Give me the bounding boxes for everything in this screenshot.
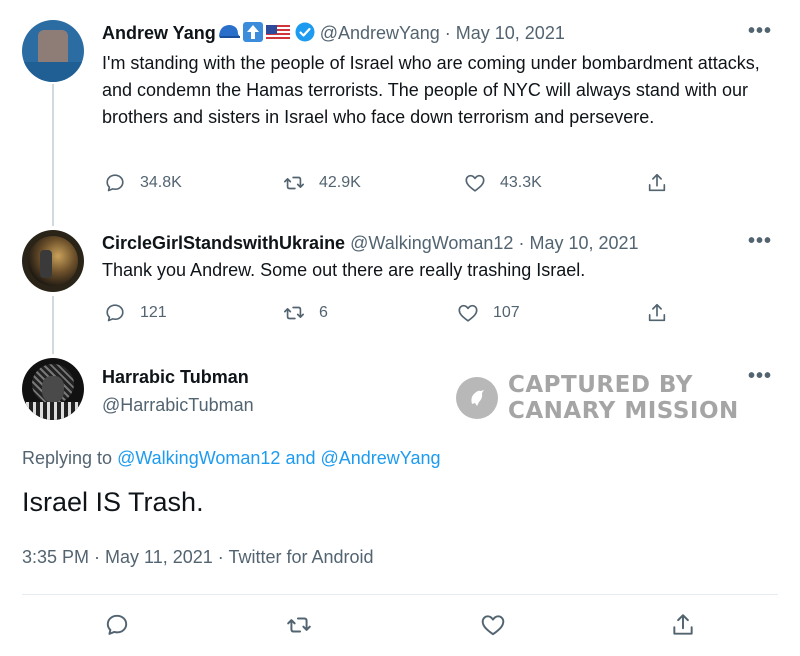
replying-to: Replying to @WalkingWoman12 and @AndrewY… <box>22 448 441 469</box>
reply-button[interactable]: 121 <box>104 302 167 324</box>
like-count: 43.3K <box>500 174 542 191</box>
up-arrow-emoji-icon <box>242 22 264 48</box>
author-handle[interactable]: @AndrewYang <box>320 23 440 43</box>
like-button[interactable]: 107 <box>457 302 520 324</box>
more-options-icon[interactable]: ••• <box>748 365 772 388</box>
watermark-line-2: CANARY MISSION <box>508 398 739 424</box>
share-button[interactable] <box>646 302 668 324</box>
focused-tweet-text: Israel IS Trash. <box>22 487 204 517</box>
watermark-line-1: CAPTURED BY <box>508 372 693 398</box>
avatar[interactable] <box>22 358 84 420</box>
us-flag-emoji-icon <box>265 24 291 48</box>
retweet-icon <box>284 176 304 190</box>
author-handle[interactable]: @WalkingWoman12 <box>350 233 513 253</box>
like-icon <box>481 615 505 636</box>
reply-button[interactable] <box>104 612 130 638</box>
retweet-count: 6 <box>319 304 328 321</box>
like-button[interactable]: 43.3K <box>464 172 542 194</box>
canary-mission-watermark: CAPTURED BY CANARY MISSION <box>456 372 739 424</box>
retweet-icon <box>287 617 311 633</box>
share-icon <box>648 173 666 192</box>
tweet-meta[interactable]: 3:35 PM · May 11, 2021 · Twitter for And… <box>22 547 374 568</box>
tweet-date[interactable]: May 10, 2021 <box>529 233 638 253</box>
reply-icon <box>106 174 124 192</box>
retweet-button[interactable] <box>286 612 312 638</box>
more-options-icon[interactable]: ••• <box>748 230 772 253</box>
separator-dot: · <box>518 233 525 253</box>
share-button[interactable] <box>670 612 696 638</box>
reply-mention-2[interactable]: @AndrewYang <box>321 448 441 468</box>
author-name[interactable]: CircleGirlStandswithUkraine <box>102 233 345 253</box>
more-options-icon[interactable]: ••• <box>748 20 772 43</box>
retweet-button[interactable]: 6 <box>283 302 328 324</box>
like-button[interactable] <box>480 612 506 638</box>
reply-and: and <box>285 448 316 468</box>
tweet-text: Thank you Andrew. Some out there are rea… <box>102 260 586 280</box>
avatar[interactable] <box>22 230 84 292</box>
reply-icon <box>106 614 128 635</box>
reply-mention-1[interactable]: @WalkingWoman12 <box>117 448 280 468</box>
share-button[interactable] <box>646 172 668 194</box>
tweet-andrew-yang[interactable]: Andrew Yang @AndrewYang · May 10, 2021 I… <box>0 0 800 220</box>
reply-button[interactable]: 34.8K <box>104 172 182 194</box>
like-icon <box>465 174 485 192</box>
tweet-circlegirl[interactable]: CircleGirlStandswithUkraine @WalkingWoma… <box>0 220 800 345</box>
cap-emoji-icon <box>217 22 241 48</box>
replying-label: Replying to <box>22 448 113 468</box>
reply-count: 34.8K <box>140 174 182 191</box>
tweet-date[interactable]: May 10, 2021 <box>456 23 565 43</box>
verified-icon <box>295 22 315 48</box>
separator-dot: · <box>444 23 451 43</box>
canary-logo-icon <box>456 377 498 419</box>
reply-count: 121 <box>140 304 167 321</box>
divider <box>22 594 778 595</box>
author-name[interactable]: Harrabic Tubman <box>102 365 254 389</box>
author-name[interactable]: Andrew Yang <box>102 23 216 43</box>
like-count: 107 <box>493 304 520 321</box>
share-icon <box>648 303 666 322</box>
retweet-count: 42.9K <box>319 174 361 191</box>
retweet-button[interactable]: 42.9K <box>283 172 361 194</box>
like-icon <box>458 304 478 322</box>
author-handle[interactable]: @HarrabicTubman <box>102 393 254 417</box>
avatar[interactable] <box>22 20 84 82</box>
share-icon <box>673 614 693 635</box>
tweet-text: I'm standing with the people of Israel w… <box>102 53 760 127</box>
reply-icon <box>106 304 124 322</box>
retweet-icon <box>284 306 304 320</box>
